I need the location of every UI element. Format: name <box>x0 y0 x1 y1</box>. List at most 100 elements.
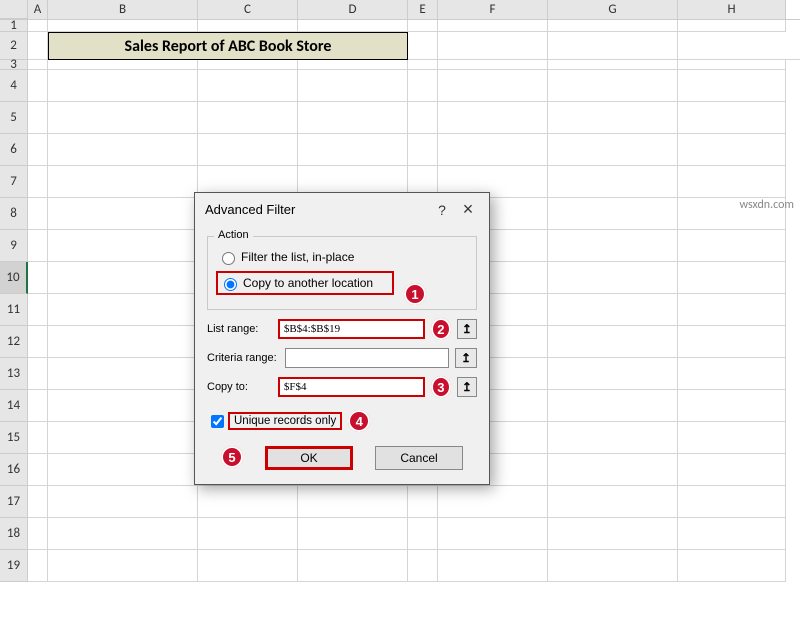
cell-G15[interactable] <box>548 422 678 454</box>
cell-G4[interactable] <box>548 70 678 102</box>
cell-G6[interactable] <box>548 134 678 166</box>
cell-E5[interactable] <box>408 102 438 134</box>
collapse-icon[interactable]: ↥ <box>457 319 477 339</box>
cell-F4[interactable] <box>438 70 548 102</box>
row-header-19[interactable]: 19 <box>0 550 28 582</box>
row-header-11[interactable]: 11 <box>0 294 28 326</box>
cell-E4[interactable] <box>408 70 438 102</box>
col-header-a[interactable]: A <box>28 0 48 19</box>
cell-F1[interactable] <box>438 20 548 32</box>
cell-B18[interactable] <box>48 518 198 550</box>
cell-A15[interactable] <box>28 422 48 454</box>
collapse-icon[interactable]: ↥ <box>455 348 477 368</box>
row-header-5[interactable]: 5 <box>0 102 28 134</box>
row-header-14[interactable]: 14 <box>0 390 28 422</box>
cell-H4[interactable] <box>678 70 786 102</box>
cell-G1[interactable] <box>548 20 678 32</box>
cell-H14[interactable] <box>678 390 786 422</box>
cell-A16[interactable] <box>28 454 48 486</box>
cell-B12[interactable] <box>48 326 198 358</box>
cell-A11[interactable] <box>28 294 48 326</box>
dialog-titlebar[interactable]: Advanced Filter ? × <box>195 193 489 224</box>
cell-H13[interactable] <box>678 358 786 390</box>
cell-B6[interactable] <box>48 134 198 166</box>
cell-A12[interactable] <box>28 326 48 358</box>
cell-A7[interactable] <box>28 166 48 198</box>
row-header-18[interactable]: 18 <box>0 518 28 550</box>
cell-G16[interactable] <box>548 454 678 486</box>
cell-A9[interactable] <box>28 230 48 262</box>
cell-E1[interactable] <box>408 20 438 32</box>
cell-A2[interactable] <box>28 32 48 60</box>
row-header-10[interactable]: 10 <box>0 262 28 294</box>
row-header-13[interactable]: 13 <box>0 358 28 390</box>
row-header-2[interactable]: 2 <box>0 32 28 60</box>
cell-G5[interactable] <box>548 102 678 134</box>
col-header-c[interactable]: C <box>198 0 298 19</box>
row-header-8[interactable]: 8 <box>0 198 28 230</box>
cancel-button[interactable]: Cancel <box>375 446 463 470</box>
row-header-3[interactable]: 3 <box>0 60 28 70</box>
cell-G12[interactable] <box>548 326 678 358</box>
close-icon[interactable]: × <box>455 199 481 220</box>
cell-A10[interactable] <box>28 262 48 294</box>
cell-F17[interactable] <box>438 486 548 518</box>
col-header-g[interactable]: G <box>548 0 678 19</box>
cell-D17[interactable] <box>298 486 408 518</box>
ok-button[interactable]: OK <box>265 446 353 470</box>
cell-D5[interactable] <box>298 102 408 134</box>
cell-F18[interactable] <box>438 518 548 550</box>
list-range-input[interactable] <box>278 319 425 339</box>
cell-C1[interactable] <box>198 20 298 32</box>
cell-H19[interactable] <box>678 550 786 582</box>
col-header-b[interactable]: B <box>48 0 198 19</box>
cell-B14[interactable] <box>48 390 198 422</box>
cell-B1[interactable] <box>48 20 198 32</box>
cell-H10[interactable] <box>678 262 786 294</box>
cell-B19[interactable] <box>48 550 198 582</box>
cell-H3[interactable] <box>678 60 786 70</box>
cell-G10[interactable] <box>548 262 678 294</box>
cell-G3[interactable] <box>548 60 678 70</box>
cell-D3[interactable] <box>298 60 408 70</box>
cell-G13[interactable] <box>548 358 678 390</box>
radio-filter-inplace-input[interactable] <box>222 252 235 265</box>
unique-records-checkbox[interactable] <box>211 415 224 428</box>
cell-A4[interactable] <box>28 70 48 102</box>
cell-F5[interactable] <box>438 102 548 134</box>
cell-B2[interactable]: Sales Report of ABC Book Store <box>48 32 408 60</box>
cell-H11[interactable] <box>678 294 786 326</box>
collapse-icon[interactable]: ↥ <box>457 377 477 397</box>
cell-E2[interactable] <box>408 32 438 60</box>
help-icon[interactable]: ? <box>429 202 455 218</box>
cell-H2[interactable] <box>678 32 800 60</box>
cell-B11[interactable] <box>48 294 198 326</box>
cell-H15[interactable] <box>678 422 786 454</box>
cell-E3[interactable] <box>408 60 438 70</box>
cell-B5[interactable] <box>48 102 198 134</box>
row-header-15[interactable]: 15 <box>0 422 28 454</box>
cell-A13[interactable] <box>28 358 48 390</box>
cell-A5[interactable] <box>28 102 48 134</box>
cell-G7[interactable] <box>548 166 678 198</box>
row-header-4[interactable]: 4 <box>0 70 28 102</box>
col-header-d[interactable]: D <box>298 0 408 19</box>
cell-B15[interactable] <box>48 422 198 454</box>
cell-E18[interactable] <box>408 518 438 550</box>
cell-C6[interactable] <box>198 134 298 166</box>
cell-D4[interactable] <box>298 70 408 102</box>
cell-B3[interactable] <box>48 60 198 70</box>
cell-F19[interactable] <box>438 550 548 582</box>
cell-B16[interactable] <box>48 454 198 486</box>
cell-F2[interactable] <box>438 32 548 60</box>
col-header-f[interactable]: F <box>438 0 548 19</box>
cell-D19[interactable] <box>298 550 408 582</box>
row-header-16[interactable]: 16 <box>0 454 28 486</box>
cell-F3[interactable] <box>438 60 548 70</box>
cell-G2[interactable] <box>548 32 678 60</box>
cell-H6[interactable] <box>678 134 786 166</box>
col-header-h[interactable]: H <box>678 0 786 19</box>
cell-H16[interactable] <box>678 454 786 486</box>
cell-H17[interactable] <box>678 486 786 518</box>
cell-C5[interactable] <box>198 102 298 134</box>
